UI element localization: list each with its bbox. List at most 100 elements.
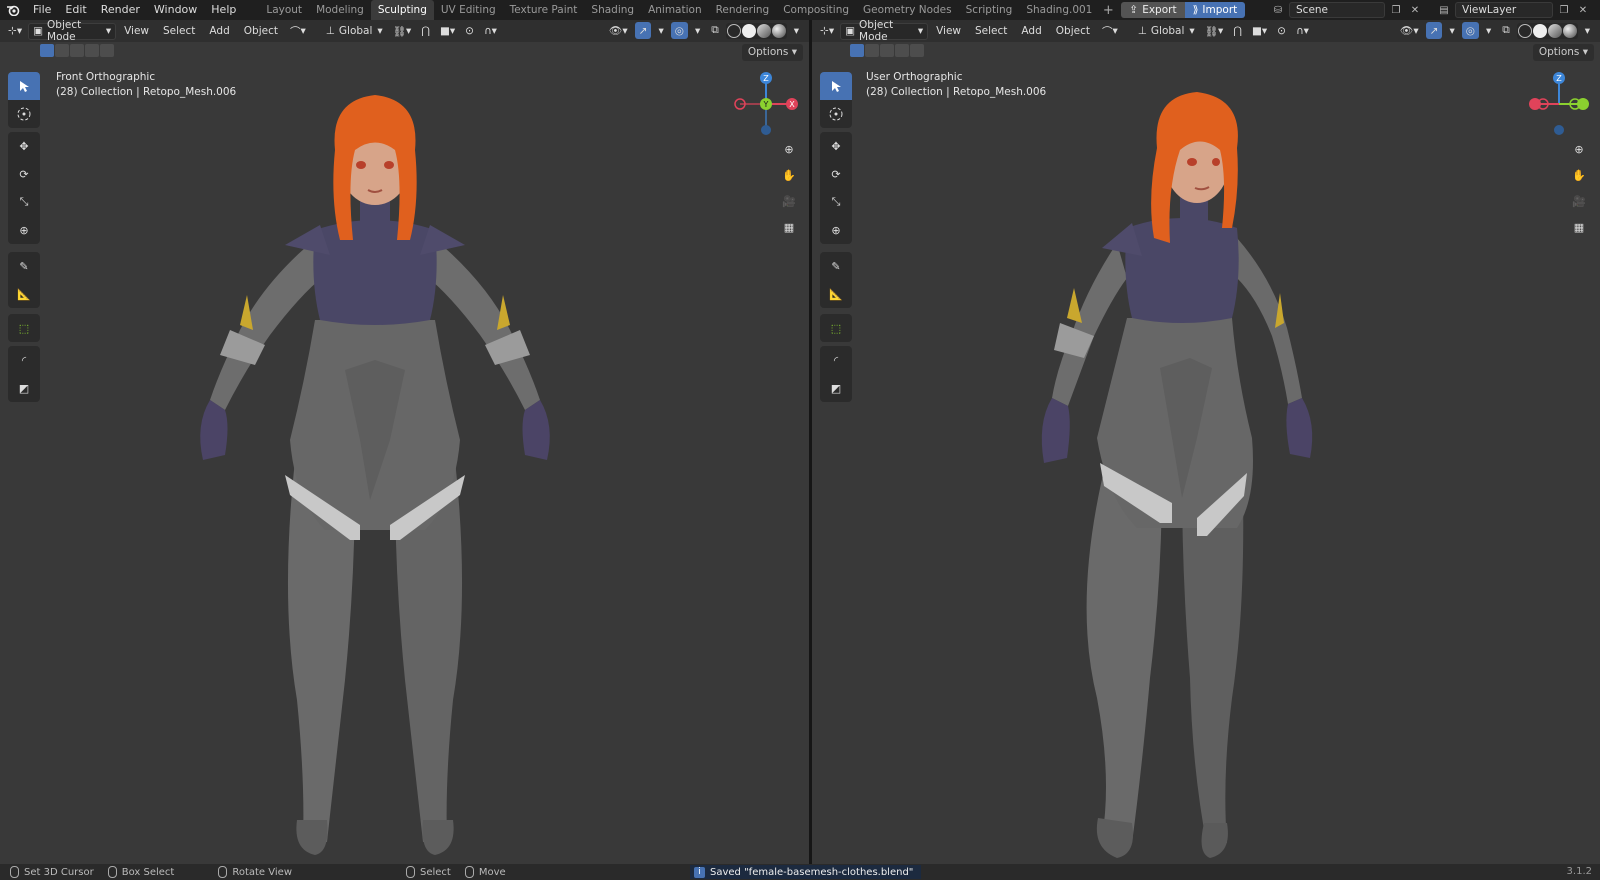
menu-object[interactable]: Object (238, 25, 284, 37)
tab-shading[interactable]: Shading (584, 0, 641, 20)
view-layer-field[interactable]: ViewLayer (1455, 2, 1553, 18)
export-button[interactable]: ⇪ Export (1121, 2, 1185, 18)
tab-compositing[interactable]: Compositing (776, 0, 856, 20)
shading-menu[interactable]: ▾ (790, 22, 803, 39)
select-difference-icon[interactable] (895, 44, 909, 57)
tab-scripting[interactable]: Scripting (959, 0, 1020, 20)
select-box-tool[interactable] (8, 72, 40, 100)
xray-toggle[interactable]: ⧉ (707, 22, 723, 39)
menu-view[interactable]: View (930, 25, 967, 37)
xray-toggle[interactable]: ⧉ (1498, 22, 1514, 39)
menu-help[interactable]: Help (204, 0, 243, 20)
editor-type-button[interactable]: ⊹ ▾ (816, 23, 838, 40)
blender-logo-icon[interactable] (0, 0, 26, 20)
mode-selector[interactable]: ▣ Object Mode ▾ (840, 20, 929, 43)
material-shading-icon[interactable] (756, 23, 771, 38)
visibility-button[interactable]: 👁 ▾ (1396, 22, 1423, 39)
menu-select[interactable]: Select (157, 25, 201, 37)
rotate-tool[interactable]: ⟳ (820, 160, 852, 188)
view-layer-icon[interactable]: ▤ (1436, 2, 1452, 18)
neg-z-axis-icon[interactable] (761, 125, 771, 135)
tab-geometry-nodes[interactable]: Geometry Nodes (856, 0, 959, 20)
character-model-front[interactable] (185, 80, 565, 864)
scale-tool[interactable]: ⤡ (820, 188, 852, 216)
zoom-icon[interactable]: ⊕ (1568, 138, 1590, 160)
move-tool[interactable]: ✥ (820, 132, 852, 160)
solid-shading-icon[interactable] (1532, 23, 1547, 38)
menu-edit[interactable]: Edit (58, 0, 93, 20)
snap-element-button[interactable]: ■ ▾ (436, 23, 459, 40)
overlay-toggle[interactable]: ◎ (670, 22, 688, 39)
options-button[interactable]: Options ▾ (1532, 44, 1594, 61)
tab-uv-editing[interactable]: UV Editing (434, 0, 503, 20)
snap-element-button[interactable]: ■ ▾ (1248, 23, 1271, 40)
proportional-button[interactable]: ⊙ (1273, 23, 1290, 40)
menu-window[interactable]: Window (147, 0, 204, 20)
gizmo-menu[interactable]: ▾ (1445, 22, 1458, 39)
left-viewport[interactable]: ⊹ ▾ ▣ Object Mode ▾ View Select Add Object … (0, 20, 809, 864)
menu-view[interactable]: View (118, 25, 155, 37)
annotate-tool[interactable]: ✎ (820, 252, 852, 280)
gizmo-toggle[interactable]: ↗ (1425, 22, 1443, 39)
transform-tool[interactable]: ⊕ (820, 216, 852, 244)
tab-animation[interactable]: Animation (641, 0, 709, 20)
menu-add[interactable]: Add (203, 25, 235, 37)
overlay-menu[interactable]: ▾ (691, 22, 704, 39)
material-shading-icon[interactable] (1547, 23, 1562, 38)
scale-tool[interactable]: ⤡ (8, 188, 40, 216)
tab-sculpting[interactable]: Sculpting (370, 0, 434, 20)
shading-menu[interactable]: ▾ (1581, 22, 1594, 39)
select-subtract-icon[interactable] (880, 44, 894, 57)
scene-name-field[interactable]: Scene (1289, 2, 1385, 18)
shear-tool[interactable]: ◩ (820, 374, 852, 402)
measure-tool[interactable]: 📐 (820, 280, 852, 308)
select-extend-icon[interactable] (55, 44, 69, 57)
solid-shading-icon[interactable] (741, 23, 756, 38)
tab-rendering[interactable]: Rendering (709, 0, 777, 20)
menu-select[interactable]: Select (969, 25, 1013, 37)
mode-selector[interactable]: ▣ Object Mode ▾ (28, 20, 117, 43)
pivot-button[interactable]: ⛓ ▾ (1201, 23, 1228, 40)
menu-file[interactable]: File (26, 0, 58, 20)
move-tool[interactable]: ✥ (8, 132, 40, 160)
pivot-button[interactable]: ⛓ ▾ (389, 23, 416, 40)
zoom-icon[interactable]: ⊕ (778, 138, 800, 160)
tab-layout[interactable]: Layout (259, 0, 309, 20)
new-scene-icon[interactable]: ❐ (1388, 2, 1404, 18)
annotate-tool[interactable]: ✎ (8, 252, 40, 280)
visibility-button[interactable]: 👁 ▾ (605, 22, 632, 39)
cursor-tool[interactable] (820, 100, 852, 128)
editor-type-button[interactable]: ⊹ ▾ (4, 23, 26, 40)
wireframe-shading-icon[interactable] (1517, 23, 1532, 38)
import-button[interactable]: ⟫ Import (1184, 2, 1246, 18)
measure-tool[interactable]: 📐 (8, 280, 40, 308)
gizmo-menu[interactable]: ▾ (654, 22, 667, 39)
overlay-toggle[interactable]: ◎ (1461, 22, 1479, 39)
shear-tool[interactable]: ◩ (8, 374, 40, 402)
navigation-gizmo[interactable]: Z X Y (730, 70, 800, 140)
select-difference-icon[interactable] (85, 44, 99, 57)
select-intersect-icon[interactable] (100, 44, 114, 57)
options-button[interactable]: Options ▾ (741, 44, 803, 61)
add-cube-tool[interactable]: ⬚ (8, 314, 40, 342)
tab-texture-paint[interactable]: Texture Paint (503, 0, 585, 20)
menu-render[interactable]: Render (94, 0, 147, 20)
tab-shading-001[interactable]: Shading.001 (1019, 0, 1099, 20)
select-new-icon[interactable] (40, 44, 54, 57)
menu-object[interactable]: Object (1050, 25, 1096, 37)
select-extend-icon[interactable] (865, 44, 879, 57)
camera-icon[interactable]: 🎥 (1568, 190, 1590, 212)
wireframe-shading-icon[interactable] (726, 23, 741, 38)
delete-view-layer-icon[interactable]: ✕ (1575, 2, 1591, 18)
overlay-menu[interactable]: ▾ (1482, 22, 1495, 39)
add-workspace-button[interactable]: + (1099, 3, 1117, 18)
rendered-shading-icon[interactable] (1562, 23, 1577, 38)
orientation-selector[interactable]: ⊥ Global ▾ (1134, 23, 1199, 40)
select-box-tool[interactable] (820, 72, 852, 100)
rendered-shading-icon[interactable] (771, 23, 786, 38)
transform-tool[interactable]: ⊕ (8, 216, 40, 244)
rotate-tool[interactable]: ⟳ (8, 160, 40, 188)
new-view-layer-icon[interactable]: ❐ (1556, 2, 1572, 18)
neg-z-axis-icon[interactable] (1554, 125, 1564, 135)
orientation-selector[interactable]: ⊥ Global ▾ (322, 23, 387, 40)
